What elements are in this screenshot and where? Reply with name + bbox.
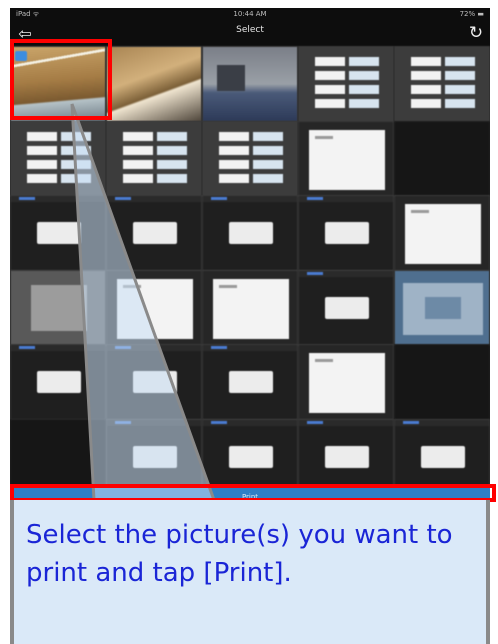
selected-thumbnail-highlight [10,39,112,120]
callout-instruction-text: Select the picture(s) you want to print … [26,520,453,588]
callout-pointer-shape [70,103,217,502]
